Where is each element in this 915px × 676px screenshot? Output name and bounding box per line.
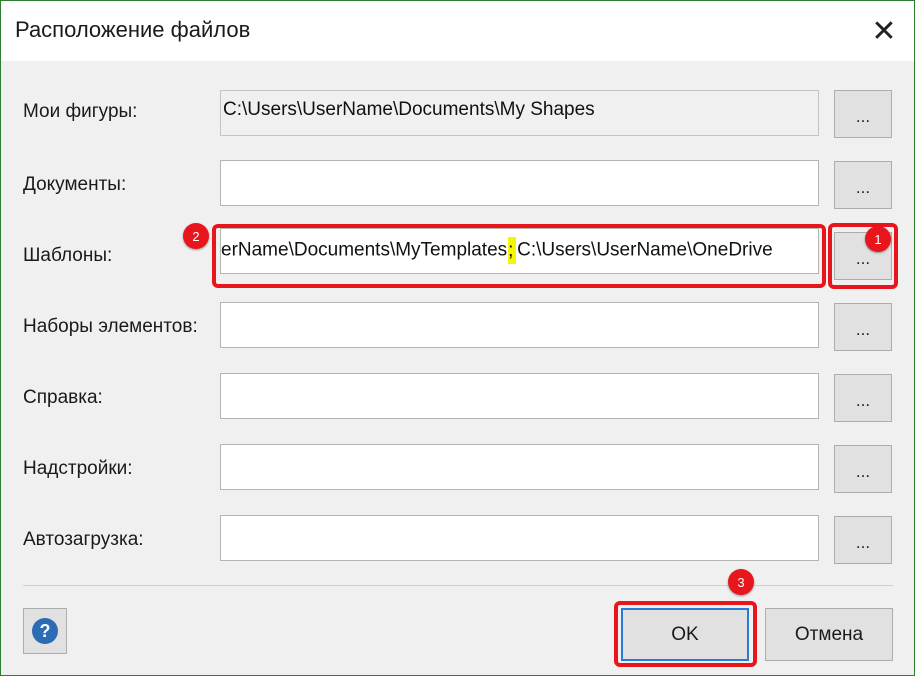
addons-field[interactable] [220, 444, 819, 490]
dialog-title: Расположение файлов [15, 17, 251, 42]
row-label-stencils: Наборы элементов: [23, 316, 198, 337]
help-button[interactable]: ? [23, 608, 67, 654]
footer-divider [23, 585, 893, 586]
step-badge-3: 3 [728, 569, 754, 595]
browse-my-shapes-button[interactable]: ... [834, 90, 892, 138]
close-icon[interactable]: ✕ [864, 11, 904, 51]
browse-help-button[interactable]: ... [834, 374, 892, 422]
browse-stencils-button[interactable]: ... [834, 303, 892, 351]
cancel-button[interactable]: Отмена [765, 608, 893, 661]
browse-startup-button[interactable]: ... [834, 516, 892, 564]
documents-field[interactable] [220, 160, 819, 206]
row-label-documents: Документы: [23, 174, 127, 195]
templates-field-highlight [212, 224, 826, 288]
my-shapes-field[interactable]: C:\Users\UserName\Documents\My Shapes [220, 90, 819, 136]
title-bar: Расположение файлов ✕ [1, 1, 914, 61]
row-label-my-shapes: Мои фигуры: [23, 101, 138, 122]
row-label-help: Справка: [23, 387, 103, 408]
help-path-field[interactable] [220, 373, 819, 419]
row-label-templates: Шаблоны: [23, 245, 113, 266]
stencils-field[interactable] [220, 302, 819, 348]
ok-button-highlight [614, 601, 757, 667]
file-locations-dialog: Расположение файлов ✕ Мои фигуры: C:\Use… [0, 0, 915, 676]
my-shapes-value: C:\Users\UserName\Documents\My Shapes [223, 99, 595, 120]
browse-addons-button[interactable]: ... [834, 445, 892, 493]
help-icon: ? [32, 618, 58, 644]
browse-documents-button[interactable]: ... [834, 161, 892, 209]
step-badge-2: 2 [183, 223, 209, 249]
startup-field[interactable] [220, 515, 819, 561]
row-label-startup: Автозагрузка: [23, 529, 144, 550]
row-label-addons: Надстройки: [23, 458, 133, 479]
step-badge-1: 1 [865, 226, 891, 252]
